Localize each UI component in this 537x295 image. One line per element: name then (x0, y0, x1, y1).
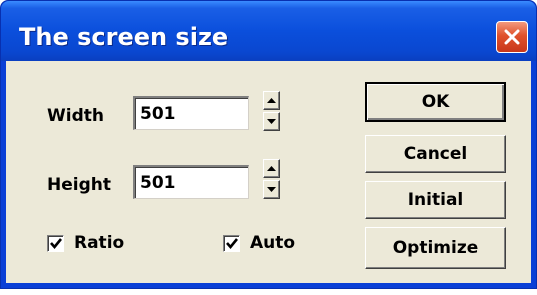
auto-label: Auto (250, 233, 296, 253)
ratio-checkbox-box[interactable] (47, 234, 64, 252)
checkmark-icon (225, 237, 238, 249)
height-spin-up-button[interactable] (263, 159, 280, 178)
spin-down-icon (267, 187, 276, 192)
cancel-button[interactable]: Cancel (365, 135, 506, 173)
auto-checkbox-box[interactable] (223, 234, 240, 252)
window-title: The screen size (19, 23, 229, 51)
height-spin-down-button[interactable] (263, 180, 280, 199)
checkmark-icon (49, 237, 62, 249)
width-label: Width (47, 106, 104, 126)
dialog-window: The screen size Width 501 Height 501 Rat… (0, 0, 537, 289)
close-icon (504, 29, 520, 45)
height-spinner (263, 159, 280, 201)
spin-down-icon (267, 119, 276, 124)
height-label: Height (47, 175, 111, 195)
title-bar[interactable]: The screen size (1, 1, 536, 61)
width-input[interactable]: 501 (133, 96, 249, 130)
spin-up-icon (267, 98, 276, 103)
ratio-checkbox[interactable]: Ratio (47, 233, 124, 253)
initial-button[interactable]: Initial (365, 181, 506, 219)
width-spin-up-button[interactable] (263, 91, 280, 110)
spin-up-icon (267, 166, 276, 171)
width-spinner (263, 91, 280, 133)
close-button[interactable] (496, 21, 528, 53)
height-input[interactable]: 501 (133, 165, 249, 199)
optimize-button[interactable]: Optimize (365, 227, 506, 269)
ok-button[interactable]: OK (365, 82, 506, 122)
dialog-body: Width 501 Height 501 Ratio Auto OK Cance… (6, 61, 531, 283)
ratio-label: Ratio (74, 233, 125, 253)
width-spin-down-button[interactable] (263, 112, 280, 131)
auto-checkbox[interactable]: Auto (223, 233, 295, 253)
